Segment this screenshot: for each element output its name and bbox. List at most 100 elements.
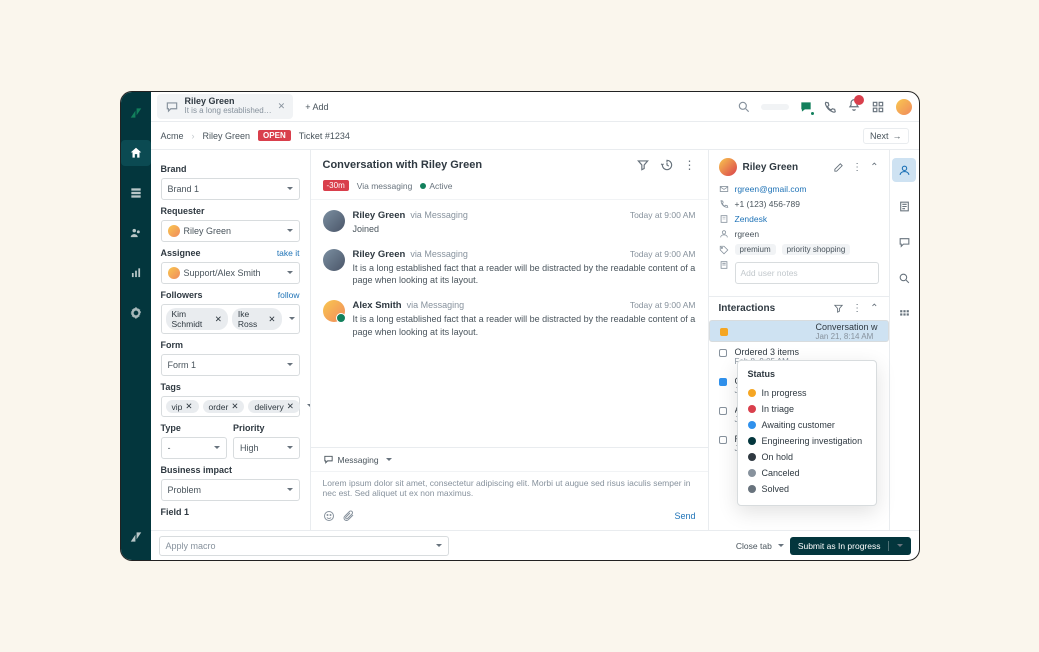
message-avatar: [323, 210, 345, 232]
chat-status-icon[interactable]: [799, 100, 813, 114]
nav-views[interactable]: [121, 180, 151, 206]
phone-icon: [719, 199, 729, 209]
followers-field[interactable]: Kim Schmidt✕ Ike Ross✕: [161, 304, 300, 334]
context-search-icon[interactable]: [892, 266, 916, 290]
app-window: Riley Green It is a long established… ✕ …: [120, 91, 920, 561]
status-square: [719, 378, 727, 386]
crumb-requester[interactable]: Riley Green: [203, 131, 251, 141]
interaction-item[interactable]: Conversation wJan 21, 8:14 AM: [709, 320, 889, 342]
more-icon[interactable]: ⋮: [852, 162, 862, 173]
follower-chip: Ike Ross✕: [232, 308, 282, 330]
composer-body[interactable]: Lorem ipsum dolor sit amet, consectetur …: [311, 472, 708, 506]
status-dot: [748, 389, 756, 397]
composer: Messaging Lorem ipsum dolor sit amet, co…: [311, 447, 708, 530]
filter-icon[interactable]: [833, 303, 844, 314]
status-dot: [748, 421, 756, 429]
context-user-icon[interactable]: [892, 158, 916, 182]
nav-home[interactable]: [121, 140, 151, 166]
priority-select[interactable]: High: [233, 437, 300, 459]
org-icon: [719, 214, 729, 224]
requester-avatar: [719, 158, 737, 176]
email-link[interactable]: rgreen@gmail.com: [735, 184, 807, 194]
type-select[interactable]: -: [161, 437, 228, 459]
field1-label: Field 1: [161, 507, 300, 517]
status-open-badge: OPEN: [258, 130, 291, 141]
status-dot: [748, 469, 756, 477]
requester-select[interactable]: Riley Green: [161, 220, 300, 242]
more-icon[interactable]: ⋮: [852, 303, 862, 314]
business-impact-label: Business impact: [161, 465, 300, 475]
nav-rail: [121, 92, 151, 560]
wait-badge: -30m: [323, 180, 349, 191]
context-kb-icon[interactable]: [892, 194, 916, 218]
context-rail: [889, 150, 919, 530]
username-value: rgreen: [735, 229, 760, 239]
channel-select[interactable]: Messaging: [311, 448, 708, 472]
nav-zendesk-icon[interactable]: [121, 524, 151, 550]
apps-icon[interactable]: [871, 100, 885, 114]
notifications-icon[interactable]: [847, 98, 861, 115]
more-icon[interactable]: ⋮: [684, 158, 696, 172]
close-tab-button[interactable]: Close tab: [736, 541, 784, 551]
interactions-title: Interactions: [719, 303, 776, 314]
search-icon[interactable]: [737, 100, 751, 114]
status-option[interactable]: Solved: [748, 481, 866, 497]
mail-icon: [719, 184, 729, 194]
history-icon[interactable]: [660, 158, 674, 172]
footer-bar: Apply macro Close tab Submit as In progr…: [151, 530, 919, 560]
crumb-account[interactable]: Acme: [161, 131, 184, 141]
context-chat-icon[interactable]: [892, 230, 916, 254]
status-option[interactable]: Canceled: [748, 465, 866, 481]
requester-name: Riley Green: [743, 162, 799, 173]
follow-link[interactable]: follow: [278, 290, 300, 300]
status-option[interactable]: On hold: [748, 449, 866, 465]
form-select[interactable]: Form 1: [161, 354, 300, 376]
status-option[interactable]: Engineering investigation: [748, 433, 866, 449]
brand-select[interactable]: Brand 1: [161, 178, 300, 200]
status-dot: [748, 437, 756, 445]
status-option[interactable]: In progress: [748, 385, 866, 401]
status-option[interactable]: Awaiting customer: [748, 417, 866, 433]
priority-label: Priority: [233, 423, 300, 433]
collapse-icon[interactable]: ⌃: [870, 303, 878, 314]
submit-dropdown[interactable]: [888, 541, 903, 551]
tags-field[interactable]: vip✕ order✕ delivery✕: [161, 396, 300, 417]
nav-customers[interactable]: [121, 220, 151, 246]
message-list: Riley Greenvia MessagingToday at 9:00 AM…: [311, 200, 708, 447]
user-icon: [719, 229, 729, 239]
assignee-select[interactable]: Support/Alex Smith: [161, 262, 300, 284]
take-it-link[interactable]: take it: [277, 248, 300, 258]
nav-reports[interactable]: [121, 260, 151, 286]
conversation-panel: Conversation with Riley Green ⋮ -30m Via…: [311, 150, 709, 530]
status-dot: [748, 453, 756, 461]
status-square: [719, 349, 727, 357]
tab-subtitle: It is a long established…: [185, 107, 272, 116]
note-icon: [719, 260, 729, 270]
conversations-dropdown[interactable]: [761, 104, 789, 110]
message: Riley Greenvia MessagingToday at 9:00 AM…: [323, 210, 696, 235]
message-avatar: [323, 300, 345, 322]
apply-macro-select[interactable]: Apply macro: [159, 536, 449, 556]
add-tab-button[interactable]: + Add: [299, 102, 328, 112]
next-ticket-button[interactable]: Next→: [863, 128, 909, 144]
collapse-icon[interactable]: ⌃: [870, 162, 878, 173]
nav-admin[interactable]: [121, 300, 151, 326]
tab-ticket[interactable]: Riley Green It is a long established… ✕: [157, 94, 294, 119]
filter-icon[interactable]: [636, 158, 650, 172]
chat-icon: [323, 454, 334, 465]
context-apps-icon[interactable]: [892, 302, 916, 326]
status-menu[interactable]: Status In progressIn triageAwaiting cust…: [737, 360, 877, 506]
tab-title: Riley Green: [185, 97, 272, 107]
notes-input[interactable]: Add user notes: [735, 262, 879, 284]
tab-close-icon[interactable]: ✕: [278, 101, 286, 112]
profile-avatar[interactable]: [895, 98, 913, 116]
status-option[interactable]: In triage: [748, 401, 866, 417]
edit-icon[interactable]: [833, 162, 844, 173]
org-link[interactable]: Zendesk: [735, 214, 768, 224]
submit-button[interactable]: Submit as In progress: [790, 537, 911, 555]
business-impact-select[interactable]: Problem: [161, 479, 300, 501]
phone-icon[interactable]: [823, 100, 837, 114]
attach-icon[interactable]: [343, 510, 355, 522]
send-button[interactable]: Send: [674, 511, 695, 521]
emoji-icon[interactable]: [323, 510, 335, 522]
